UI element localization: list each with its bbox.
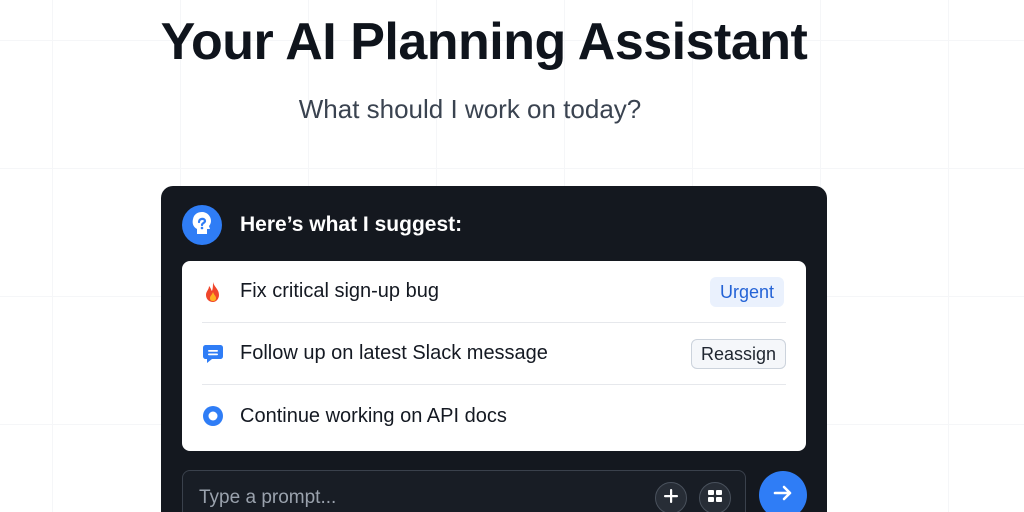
assistant-panel: Here’s what I suggest: Fix critical sign… — [161, 186, 827, 512]
suggestion-item[interactable]: Continue working on API docs — [202, 385, 786, 447]
reassign-button[interactable]: Reassign — [690, 339, 786, 369]
target-dot-icon — [202, 405, 224, 427]
grid-icon — [707, 489, 723, 508]
suggestion-label: Fix critical sign-up bug — [240, 280, 439, 302]
page-subtitle: What should I work on today? — [298, 94, 642, 124]
send-button[interactable] — [759, 471, 807, 512]
suggestions-list: Fix critical sign-up bug Urgent Follow u… — [182, 261, 806, 451]
fire-icon — [202, 281, 224, 303]
page-title: Your AI Planning Assistant — [160, 13, 808, 71]
assistant-head-icon — [189, 210, 215, 241]
add-button[interactable] — [655, 482, 687, 512]
chat-bubble-icon — [202, 343, 224, 365]
suggestion-label: Follow up on latest Slack message — [240, 342, 548, 364]
assistant-avatar — [182, 205, 222, 245]
prompt-input[interactable] — [199, 483, 629, 512]
suggestion-label: Continue working on API docs — [240, 404, 507, 427]
suggestion-item[interactable]: Fix critical sign-up bug Urgent — [202, 261, 786, 323]
prompt-box — [182, 470, 746, 512]
plus-icon — [663, 488, 679, 509]
suggestion-item[interactable]: Follow up on latest Slack message Reassi… — [202, 323, 786, 385]
urgent-badge: Urgent — [709, 277, 784, 307]
suggestion-heading: Here’s what I suggest: — [240, 213, 463, 236]
layout-button[interactable] — [699, 482, 731, 512]
arrow-right-icon — [772, 482, 794, 509]
